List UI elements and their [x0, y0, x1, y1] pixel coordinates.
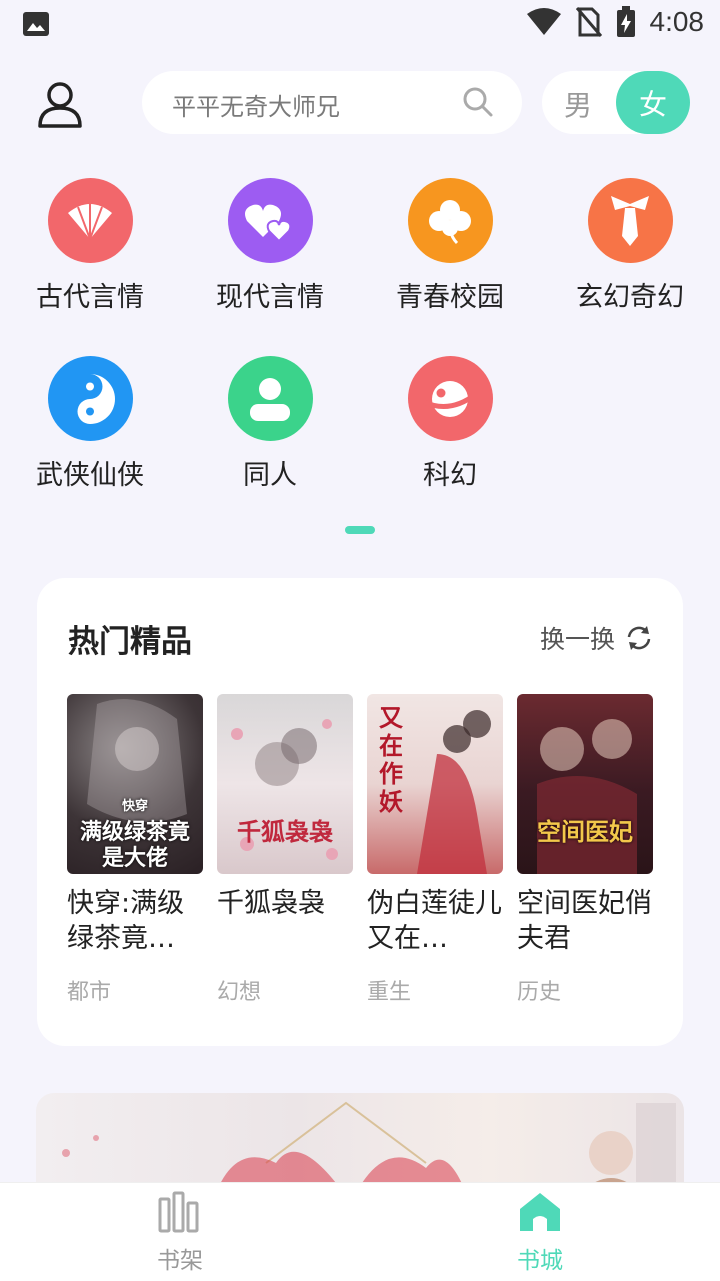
battery-charging-icon: [616, 6, 635, 37]
category-ancient-romance[interactable]: 古代言情: [0, 178, 180, 314]
book-title: 千狐袅袅: [217, 888, 325, 919]
category-campus-youth[interactable]: 青春校园: [360, 178, 540, 314]
category-fanfic[interactable]: 同人: [180, 356, 360, 492]
category-modern-romance[interactable]: 现代言情: [180, 178, 360, 314]
refresh-label: 换一换: [539, 625, 615, 654]
bottom-nav: 书架 书城: [0, 1182, 720, 1281]
cover-title: 千狐袅袅: [237, 818, 333, 846]
book-genre: 重生: [367, 980, 412, 1005]
hot-picks-card: 热门精品 换一换 快穿 满级绿茶竟是大佬 快穿:满级绿茶竟… 都市 千狐袅袅 千…: [37, 578, 683, 1046]
cover-title: 又在作妖: [379, 704, 403, 816]
book-title: 伪白莲徒儿又在…: [367, 888, 502, 954]
refresh-icon: [627, 626, 651, 650]
book-item[interactable]: 快穿 满级绿茶竟是大佬 快穿:满级绿茶竟… 都市: [67, 694, 203, 1005]
cover-title: 满级绿茶竟是大佬: [79, 820, 190, 871]
book-cover[interactable]: 千狐袅袅: [217, 694, 353, 874]
search-placeholder: 平平无奇大师兄: [172, 93, 340, 121]
book-item[interactable]: 空间医妃 空间医妃俏夫君 历史: [517, 694, 653, 1005]
search-bar[interactable]: 平平无奇大师兄: [142, 71, 522, 134]
nav-bookshelf[interactable]: 书架: [120, 1191, 240, 1275]
search-icon[interactable]: [462, 86, 494, 118]
cover-title: 空间医妃: [537, 818, 633, 846]
category-label: 同人: [243, 460, 297, 491]
category-label: 青春校园: [396, 282, 504, 313]
gender-male-option[interactable]: 男: [564, 84, 592, 124]
planet-icon: [407, 356, 493, 441]
book-genre: 幻想: [217, 980, 262, 1005]
category-label: 武侠仙侠: [36, 460, 144, 491]
tie-icon: [587, 178, 673, 263]
bookshelf-icon: [158, 1191, 199, 1233]
category-wuxia[interactable]: 武侠仙侠: [0, 356, 180, 492]
wifi-icon: [526, 8, 561, 35]
gallery-icon: [23, 12, 49, 36]
clock: 4:08: [649, 6, 705, 37]
section-title: 热门精品: [68, 624, 192, 660]
profile-icon[interactable]: [36, 80, 84, 128]
status-bar: 4:08: [0, 0, 720, 50]
page-indicator: [345, 526, 375, 534]
book-cover[interactable]: 空间医妃: [517, 694, 653, 874]
gender-female-option[interactable]: 女: [616, 71, 690, 134]
book-item[interactable]: 千狐袅袅 千狐袅袅 幻想: [217, 694, 353, 1005]
book-cover[interactable]: 又在作妖: [367, 694, 503, 874]
promo-banner[interactable]: [36, 1093, 684, 1193]
book-genre: 都市: [67, 980, 112, 1005]
home-icon: [520, 1193, 560, 1231]
book-cover[interactable]: 快穿 满级绿茶竟是大佬: [67, 694, 203, 874]
category-sci-fi[interactable]: 科幻: [360, 356, 540, 492]
book-item[interactable]: 又在作妖 伪白莲徒儿又在… 重生: [367, 694, 503, 1005]
person-icon: [227, 356, 313, 441]
category-fantasy[interactable]: 玄幻奇幻: [540, 178, 720, 314]
no-sim-icon: [575, 7, 602, 37]
gender-toggle[interactable]: 男 女: [542, 71, 690, 134]
nav-label: 书架: [157, 1248, 203, 1274]
clover-icon: [407, 178, 493, 263]
hearts-icon: [227, 178, 313, 263]
category-label: 古代言情: [36, 282, 144, 313]
yin-yang-icon: [47, 356, 133, 441]
nav-label: 书城: [517, 1248, 563, 1274]
book-genre: 历史: [517, 980, 562, 1005]
category-label: 玄幻奇幻: [576, 282, 684, 313]
book-title: 空间医妃俏夫君: [517, 888, 652, 954]
refresh-button[interactable]: 换一换: [540, 620, 653, 656]
cover-tag: 快穿: [121, 799, 148, 814]
category-label: 现代言情: [216, 282, 324, 313]
nav-bookstore[interactable]: 书城: [480, 1191, 600, 1275]
fan-icon: [47, 178, 133, 263]
category-label: 科幻: [423, 460, 477, 491]
book-title: 快穿:满级绿茶竟…: [67, 888, 185, 954]
